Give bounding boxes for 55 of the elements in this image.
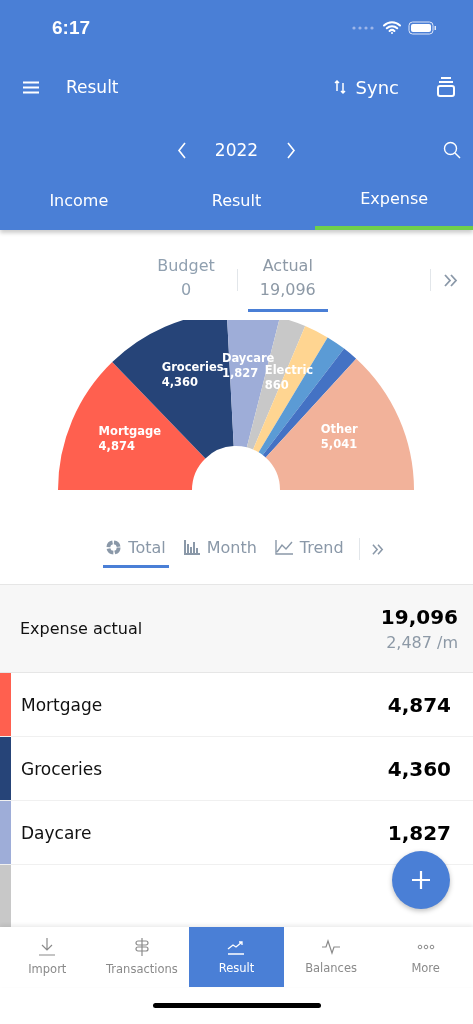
slice-value: 4,874 bbox=[98, 438, 135, 453]
line-chart-icon bbox=[274, 540, 293, 555]
view-tab[interactable]: Month bbox=[180, 530, 260, 568]
wifi-icon bbox=[383, 21, 401, 34]
category-name: Mortgage bbox=[20, 694, 104, 715]
category-amount: 4,874 bbox=[387, 692, 452, 717]
slice-value: 860 bbox=[264, 378, 289, 393]
bar-chart-icon bbox=[183, 540, 200, 555]
sync-icon bbox=[333, 79, 346, 95]
previous-icon[interactable] bbox=[176, 141, 187, 159]
section-tab[interactable]: Income bbox=[0, 181, 158, 230]
stack-icon[interactable] bbox=[437, 77, 455, 97]
search-icon[interactable] bbox=[443, 141, 461, 159]
donut-icon bbox=[106, 540, 122, 555]
nav-item[interactable]: More bbox=[378, 927, 473, 987]
section-tab[interactable]: Result bbox=[157, 181, 316, 230]
signpost-icon bbox=[134, 938, 149, 956]
year-label: 2022 bbox=[214, 140, 259, 160]
nav-item[interactable]: Import bbox=[0, 927, 95, 987]
menu-icon[interactable] bbox=[23, 80, 39, 94]
summary-label: Expense actual bbox=[20, 619, 144, 638]
status-time: 6:17 bbox=[52, 16, 92, 39]
slice-label: Mortgage bbox=[98, 423, 162, 438]
monthly-average: 2,487 /m bbox=[386, 633, 458, 652]
plus-icon bbox=[411, 870, 431, 890]
view-tab[interactable]: Trend bbox=[271, 530, 347, 568]
double-chevron-icon[interactable] bbox=[371, 543, 384, 555]
figure-toggle[interactable]: Actual 19,096 bbox=[247, 248, 328, 312]
slice-value: 4,360 bbox=[161, 375, 199, 389]
slice-label: Other bbox=[320, 422, 358, 437]
figure-toggle[interactable]: Budget 0 bbox=[145, 248, 227, 312]
category-amount: 4,360 bbox=[387, 756, 452, 781]
download-icon bbox=[38, 938, 57, 956]
category-row[interactable]: Mortgage 4,874 bbox=[0, 673, 473, 737]
nav-item[interactable]: Balances bbox=[283, 927, 379, 987]
slice-value: 5,041 bbox=[320, 437, 358, 452]
category-name: Daycare bbox=[20, 822, 93, 843]
trend-icon bbox=[227, 939, 246, 955]
category-amount: 1,827 bbox=[387, 820, 452, 845]
pulse-icon bbox=[322, 939, 341, 955]
category-name: Groceries bbox=[20, 758, 104, 779]
next-icon[interactable] bbox=[286, 141, 297, 159]
battery-icon bbox=[408, 20, 437, 35]
screen-title: Result bbox=[66, 77, 120, 97]
signal-icon bbox=[352, 25, 374, 30]
section-tab[interactable]: Expense bbox=[315, 181, 473, 230]
view-tab[interactable]: Total bbox=[103, 530, 169, 568]
add-button[interactable] bbox=[392, 851, 450, 909]
slice-label: Groceries bbox=[161, 360, 224, 374]
sync-button[interactable]: Sync bbox=[333, 76, 399, 98]
category-row[interactable]: Groceries 4,360 bbox=[0, 737, 473, 801]
double-chevron-icon[interactable] bbox=[444, 273, 458, 287]
summary-total: 19,096 bbox=[380, 605, 458, 629]
nav-item[interactable]: Result bbox=[189, 927, 284, 987]
nav-item[interactable]: Transactions bbox=[94, 927, 190, 987]
